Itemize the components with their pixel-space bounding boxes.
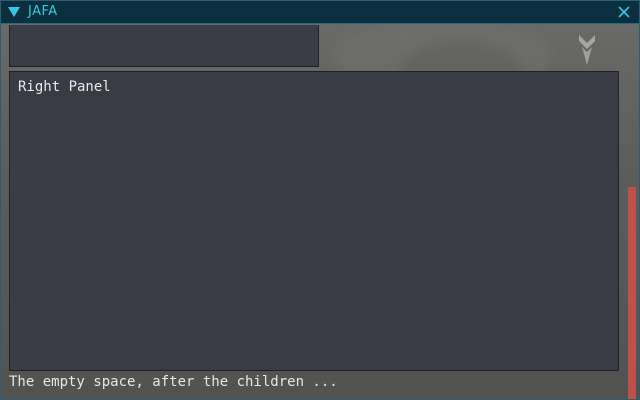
title-bar[interactable]: JAFA <box>1 1 639 24</box>
window-title: JAFA <box>28 4 58 19</box>
jafa-window: JAFA Right Panel The empty space, after … <box>0 0 640 400</box>
right-panel-label: Right Panel <box>18 79 111 95</box>
collapse-triangle-icon[interactable] <box>8 7 20 17</box>
emblem-icon <box>579 35 595 65</box>
right-panel[interactable]: Right Panel <box>9 71 619 371</box>
top-child-panel[interactable] <box>9 25 319 67</box>
footer-text: The empty space, after the children ... <box>9 374 338 390</box>
scrollbar-thumb[interactable] <box>628 187 636 399</box>
close-icon[interactable] <box>617 5 631 19</box>
